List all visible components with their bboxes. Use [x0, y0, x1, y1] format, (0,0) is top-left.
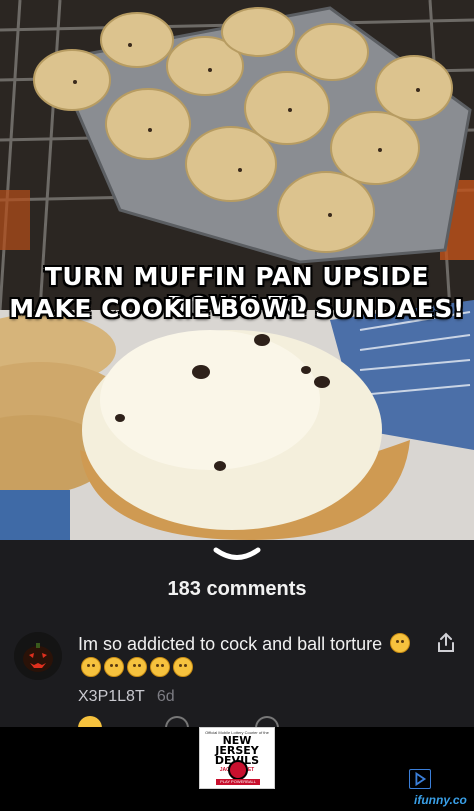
watermark: ifunny.co [414, 793, 467, 807]
comment-username[interactable]: X3P1L8T [78, 688, 144, 705]
share-icon[interactable] [436, 632, 456, 654]
meme-caption-line-2: MAKE COOKIE BOWL SUNDAES! [9, 294, 465, 323]
relieved-face-icon [127, 657, 147, 677]
tired-face-icon [81, 657, 101, 677]
meme-image[interactable]: TURN MUFFIN PAN UPSIDE DOWN TO MAKE COOK… [0, 0, 474, 540]
flushed-face-icon [173, 657, 193, 677]
ad-banner[interactable]: Official Mobile Lottery Courier of the N… [199, 727, 275, 789]
comment-body: Im so addicted to cock and ball torture [78, 634, 383, 654]
tired-face-icon [104, 657, 124, 677]
comment-text: Im so addicted to cock and ball torture [78, 632, 423, 680]
user-avatar[interactable] [14, 632, 62, 680]
adchoices-icon[interactable] [409, 769, 431, 789]
comment-age: 6d [156, 688, 175, 705]
comment-item: Im so addicted to cock and ball torture … [14, 632, 460, 712]
drooling-face-icon [390, 633, 411, 653]
comment-meta: X3P1L8T 6d [78, 688, 175, 706]
chevron-down-icon[interactable] [212, 545, 262, 567]
devils-logo-icon [228, 760, 248, 780]
jack-o-lantern-icon [14, 632, 62, 680]
flushed-face-icon [150, 657, 170, 677]
comments-count[interactable]: 183 comments [0, 578, 474, 601]
ad-cta[interactable]: PLAY POWERBALL [216, 779, 260, 785]
